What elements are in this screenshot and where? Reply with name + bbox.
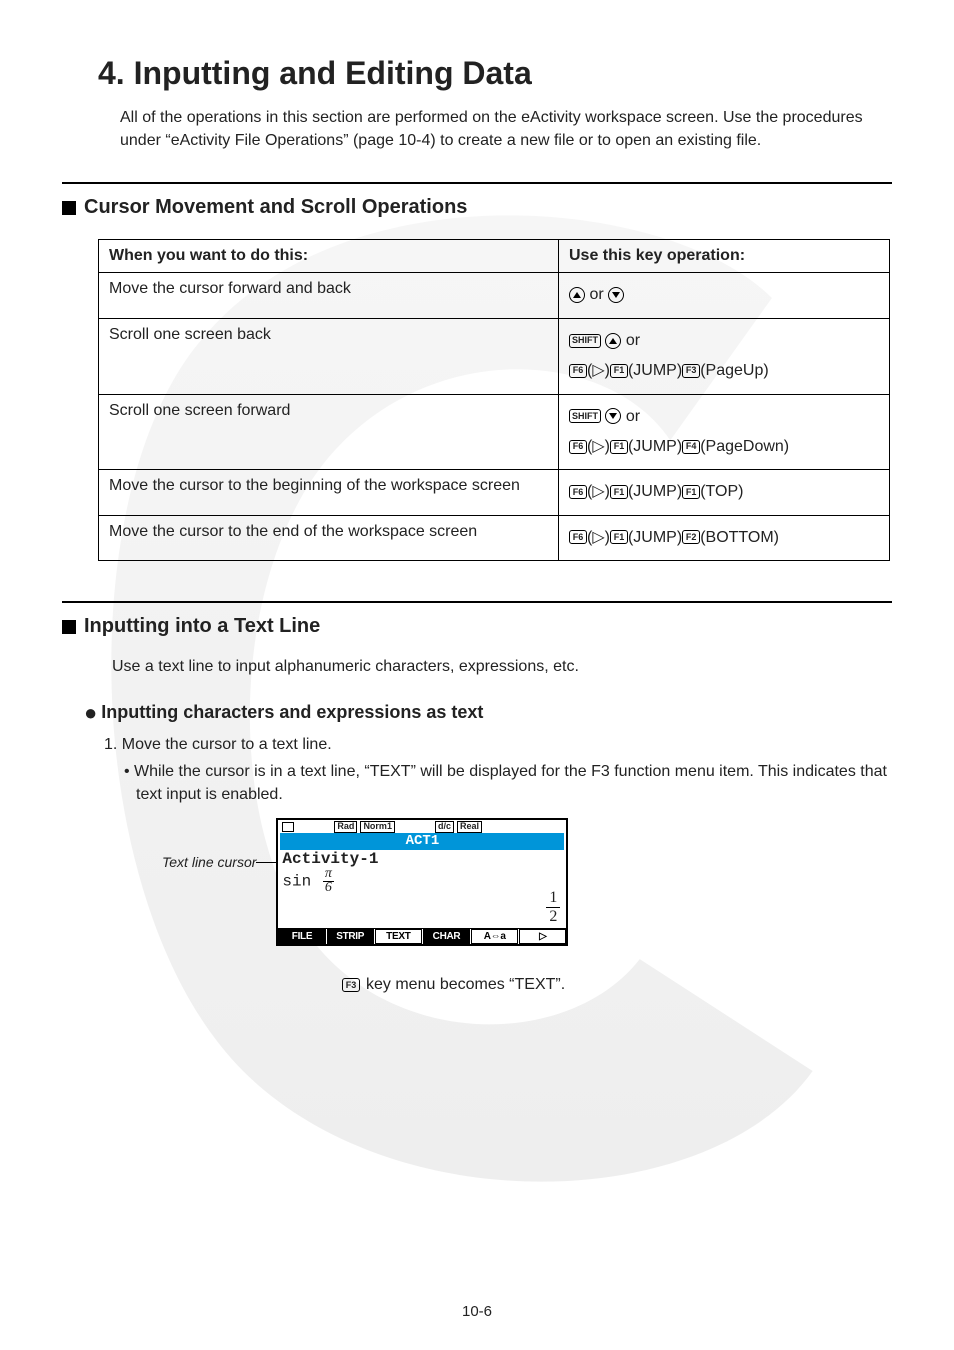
f1-key-icon: F1 bbox=[610, 530, 628, 544]
f6-key-icon: F6 bbox=[569, 364, 587, 378]
f1-key-icon: F1 bbox=[610, 485, 628, 499]
or-text: or bbox=[626, 332, 640, 349]
status-badge: Real bbox=[457, 821, 482, 833]
calc-math-line: sin π 6 bbox=[282, 868, 562, 894]
fmenu-tab: STRIP bbox=[327, 929, 374, 944]
calc-doc-icon bbox=[282, 822, 294, 832]
key-cell: F6(▷)F1(JUMP)F1(TOP) bbox=[559, 470, 890, 515]
section-rule bbox=[62, 601, 892, 603]
table-header-keys: Use this key operation: bbox=[559, 240, 890, 273]
bottom-label: BOTTOM bbox=[706, 529, 774, 546]
table-row: Move the cursor forward and back or bbox=[99, 273, 890, 318]
calc-body: Activity-1 sin π 6 1 2 bbox=[278, 850, 566, 928]
section-rule bbox=[62, 182, 892, 184]
page-number: 10-6 bbox=[0, 1303, 954, 1320]
calc-result: 1 2 bbox=[546, 889, 560, 926]
page-title: 4. Inputting and Editing Data bbox=[98, 55, 892, 92]
leader-line-icon bbox=[256, 862, 276, 863]
or-text: or bbox=[589, 286, 608, 303]
table-row: Scroll one screen forward SHIFT or F6(▷)… bbox=[99, 394, 890, 470]
shift-key-icon: SHIFT bbox=[569, 409, 601, 423]
table-header-action: When you want to do this: bbox=[99, 240, 559, 273]
calculator-screen: Rad Norm1 d/c Real ACT1 Activity-1 sin π… bbox=[276, 818, 568, 946]
fmenu-tab: FILE bbox=[278, 929, 325, 944]
f3-key-icon: F3 bbox=[682, 364, 700, 378]
cursor-up-icon bbox=[605, 333, 621, 349]
jump-label: JUMP bbox=[633, 438, 677, 455]
f2-key-icon: F2 bbox=[682, 530, 700, 544]
table-row: Move the cursor to the end of the worksp… bbox=[99, 515, 890, 560]
action-cell: Move the cursor forward and back bbox=[99, 273, 559, 318]
fmenu-tab-text: TEXT bbox=[375, 929, 422, 944]
f3-key-icon: F3 bbox=[342, 978, 360, 992]
jump-label: JUMP bbox=[633, 483, 677, 500]
pageup-label: PageUp bbox=[706, 362, 764, 379]
fmenu-tab: CHAR bbox=[423, 929, 470, 944]
action-cell: Scroll one screen back bbox=[99, 318, 559, 394]
bullet-icon: ● bbox=[84, 700, 97, 725]
table-row: Move the cursor to the beginning of the … bbox=[99, 470, 890, 515]
step-1: 1. Move the cursor to a text line. bbox=[104, 736, 892, 754]
shift-key-icon: SHIFT bbox=[569, 334, 601, 348]
cursor-operations-table: When you want to do this: Use this key o… bbox=[98, 239, 890, 561]
text-line-cursor-label: Text line cursor bbox=[162, 854, 256, 870]
pagedown-label: PageDown bbox=[706, 438, 784, 455]
or-text: or bbox=[626, 408, 640, 425]
jump-label: JUMP bbox=[633, 529, 677, 546]
cursor-down-icon bbox=[605, 408, 621, 424]
calc-title: ACT1 bbox=[280, 833, 564, 850]
fmenu-tab: A⇔a bbox=[471, 929, 518, 944]
action-cell: Move the cursor to the end of the worksp… bbox=[99, 515, 559, 560]
calc-status-bar: Rad Norm1 d/c Real bbox=[278, 820, 566, 833]
cursor-up-icon bbox=[569, 287, 585, 303]
jump-label: JUMP bbox=[633, 362, 677, 379]
section-heading-input: Inputting into a Text Line bbox=[84, 615, 320, 638]
section-marker-icon bbox=[62, 201, 76, 215]
f4-key-icon: F4 bbox=[682, 440, 700, 454]
status-badge: Rad bbox=[334, 821, 357, 833]
f1-key-icon: F1 bbox=[610, 364, 628, 378]
status-badge: Norm1 bbox=[360, 821, 395, 833]
calc-fmenu: FILE STRIP TEXT CHAR A⇔a ▷ bbox=[278, 928, 566, 944]
f6-key-icon: F6 bbox=[569, 440, 587, 454]
status-badge: d/c bbox=[435, 821, 454, 833]
f1-key-icon: F1 bbox=[682, 485, 700, 499]
fmenu-more-icon: ▷ bbox=[519, 929, 566, 944]
figure-caption: F3 key menu becomes “TEXT”. bbox=[342, 976, 892, 994]
action-cell: Scroll one screen forward bbox=[99, 394, 559, 470]
section-input-desc: Use a text line to input alphanumeric ch… bbox=[112, 658, 892, 676]
key-cell: SHIFT or F6(▷)F1(JUMP)F4(PageDown) bbox=[559, 394, 890, 470]
key-cell: or bbox=[559, 273, 890, 318]
f6-key-icon: F6 bbox=[569, 485, 587, 499]
top-label: TOP bbox=[706, 483, 739, 500]
intro-paragraph: All of the operations in this section ar… bbox=[120, 106, 892, 152]
sub-heading: ●Inputting characters and expressions as… bbox=[84, 700, 892, 726]
key-cell: SHIFT or F6(▷)F1(JUMP)F3(PageUp) bbox=[559, 318, 890, 394]
table-row: Scroll one screen back SHIFT or F6(▷)F1(… bbox=[99, 318, 890, 394]
action-cell: Move the cursor to the beginning of the … bbox=[99, 470, 559, 515]
f1-key-icon: F1 bbox=[610, 440, 628, 454]
key-cell: F6(▷)F1(JUMP)F2(BOTTOM) bbox=[559, 515, 890, 560]
f6-key-icon: F6 bbox=[569, 530, 587, 544]
step-1-sub-bullet: While the cursor is in a text line, “TEX… bbox=[124, 760, 892, 806]
cursor-down-icon bbox=[608, 287, 624, 303]
section-marker-icon bbox=[62, 620, 76, 634]
section-heading-cursor: Cursor Movement and Scroll Operations bbox=[84, 196, 467, 219]
